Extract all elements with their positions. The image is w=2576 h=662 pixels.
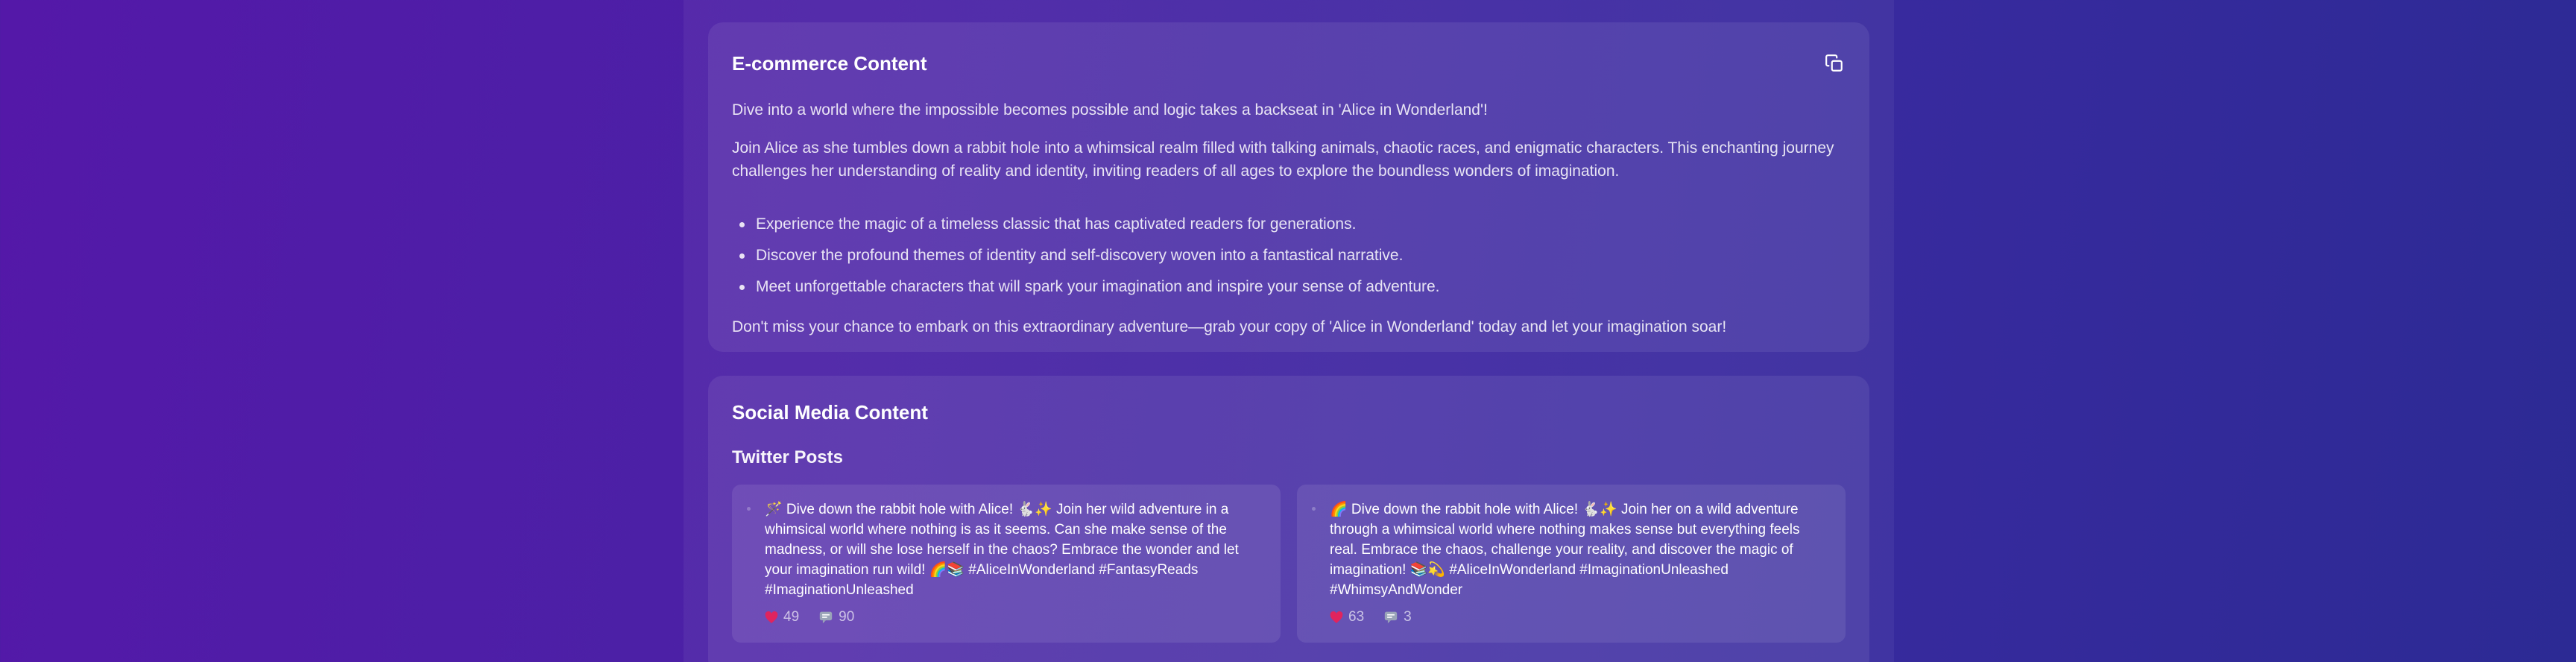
feature-list: Experience the magic of a timeless class… <box>732 212 1846 306</box>
ecommerce-paragraph: Join Alice as she tumbles down a rabbit … <box>732 139 1834 180</box>
tweet-text: 🪄 Dive down the rabbit hole with Alice! … <box>765 502 1239 598</box>
copy-button[interactable] <box>1822 51 1847 76</box>
ecommerce-card: E-commerce Content Dive into a world whe… <box>708 22 1869 352</box>
ecommerce-title: E-commerce Content <box>732 52 927 75</box>
copy-icon <box>1825 54 1843 72</box>
tweet-text: 🌈 Dive down the rabbit hole with Alice! … <box>1330 502 1800 598</box>
tweet-stats: 63 3 <box>1330 609 1412 625</box>
feature-item: Experience the magic of a timeless class… <box>732 212 1846 244</box>
like-count[interactable]: 63 <box>1330 609 1364 625</box>
comment-count-value: 90 <box>839 609 855 625</box>
comment-count[interactable]: 3 <box>1383 609 1412 625</box>
heart-icon <box>765 611 778 623</box>
like-count[interactable]: 49 <box>765 609 799 625</box>
tweet-card[interactable]: 🪄 Dive down the rabbit hole with Alice! … <box>732 485 1281 643</box>
feature-item: Discover the profound themes of identity… <box>732 244 1846 275</box>
social-media-title: Social Media Content <box>732 401 928 423</box>
heart-icon <box>1330 611 1343 623</box>
comment-icon <box>1384 611 1398 624</box>
like-count-value: 49 <box>783 609 800 625</box>
tweet-card[interactable]: 🌈 Dive down the rabbit hole with Alice! … <box>1297 485 1846 643</box>
list-bullet <box>747 507 751 511</box>
ecommerce-intro: Dive into a world where the impossible b… <box>732 101 1488 119</box>
comment-count-value: 3 <box>1404 609 1412 625</box>
twitter-posts-heading: Twitter Posts <box>732 447 843 467</box>
list-bullet <box>1312 507 1316 511</box>
comment-icon <box>819 611 833 624</box>
content-column: E-commerce Content Dive into a world whe… <box>684 0 1894 662</box>
social-media-card: Social Media Content Twitter Posts 🪄 Div… <box>708 376 1869 662</box>
comment-count[interactable]: 90 <box>818 609 854 625</box>
tweet-stats: 49 90 <box>765 609 854 625</box>
feature-item: Meet unforgettable characters that will … <box>732 275 1846 306</box>
like-count-value: 63 <box>1348 609 1365 625</box>
ecommerce-outro: Don't miss your chance to embark on this… <box>732 318 1727 335</box>
